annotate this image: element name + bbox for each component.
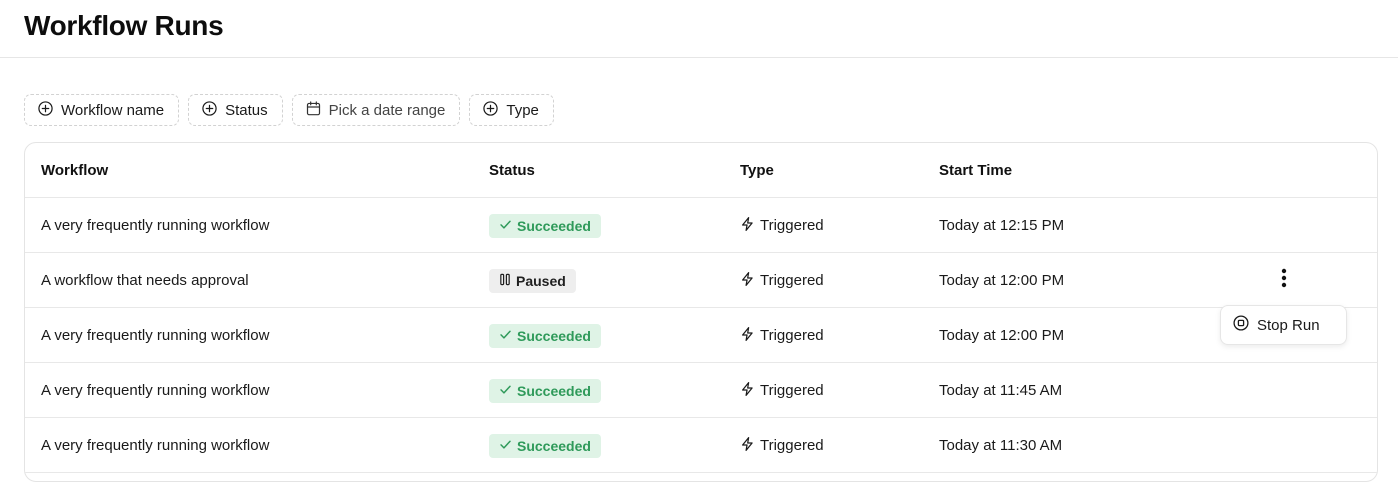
workflow-name: A workflow that needs approval <box>41 272 249 289</box>
stop-circle-icon <box>1233 315 1249 335</box>
type-label: Triggered <box>760 437 824 454</box>
stop-run-label: Stop Run <box>1257 316 1320 334</box>
status-badge: Paused <box>489 268 576 293</box>
start-time: Today at 12:00 PM <box>939 272 1065 289</box>
workflow-name: A very frequently running workflow <box>41 217 270 234</box>
page-title: Workflow Runs <box>24 10 224 41</box>
workflow-name: A very frequently running workflow <box>41 327 270 344</box>
lightning-icon <box>740 381 755 401</box>
table-row[interactable]: A workflow that needs approval Paused Tr… <box>25 253 1377 308</box>
status-label: Succeeded <box>517 437 591 454</box>
column-header-workflow[interactable]: Workflow <box>41 143 108 198</box>
status-badge: Succeeded <box>489 433 601 458</box>
lightning-icon <box>740 326 755 346</box>
filter-label: Status <box>225 101 268 119</box>
status-label: Succeeded <box>517 217 591 234</box>
lightning-icon <box>740 436 755 456</box>
filter-label: Workflow name <box>61 101 165 119</box>
check-icon <box>499 218 512 234</box>
table-row[interactable]: A very frequently running workflow Succe… <box>25 418 1377 473</box>
check-icon <box>499 438 512 454</box>
column-header-status[interactable]: Status <box>489 143 535 198</box>
filter-type-button[interactable]: Type <box>469 94 554 126</box>
pause-icon <box>499 273 511 289</box>
type-label: Triggered <box>760 217 824 234</box>
column-header-type[interactable]: Type <box>740 143 774 198</box>
start-time: Today at 11:45 AM <box>939 382 1063 399</box>
check-icon <box>499 383 512 399</box>
filter-workflow-name-button[interactable]: Workflow name <box>24 94 180 126</box>
calendar-icon <box>306 100 321 120</box>
status-label: Succeeded <box>517 327 591 344</box>
row-actions-button[interactable] <box>1273 267 1295 293</box>
plus-circle-icon <box>38 100 53 120</box>
check-icon <box>499 328 512 344</box>
plus-circle-icon <box>202 100 217 120</box>
table-header-row: Workflow Status Type Start Time <box>25 143 1377 198</box>
workflow-name: A very frequently running workflow <box>41 437 270 454</box>
workflow-name: A very frequently running workflow <box>41 382 270 399</box>
table-row[interactable]: A very frequently running workflow Succe… <box>25 363 1377 418</box>
status-badge: Succeeded <box>489 213 601 238</box>
date-range-picker-button[interactable]: Pick a date range <box>291 94 461 126</box>
filter-bar: Workflow name Status Pick a date range T… <box>24 94 554 126</box>
status-label: Succeeded <box>517 382 591 399</box>
column-header-start-time[interactable]: Start Time <box>939 143 1012 198</box>
status-label: Paused <box>516 272 566 289</box>
status-badge: Succeeded <box>489 378 601 403</box>
more-vertical-icon <box>1281 268 1287 293</box>
plus-circle-icon <box>483 100 499 120</box>
table-row[interactable]: A very frequently running workflow Succe… <box>25 308 1377 363</box>
lightning-icon <box>740 216 755 236</box>
table-row[interactable]: A very frequently running workflow Succe… <box>25 198 1377 253</box>
workflow-runs-table: Workflow Status Type Start Time A very f… <box>24 142 1378 482</box>
filter-label: Pick a date range <box>328 101 446 119</box>
type-label: Triggered <box>760 382 824 399</box>
start-time: Today at 11:30 AM <box>939 437 1063 454</box>
stop-run-menu-item[interactable]: Stop Run <box>1220 305 1347 345</box>
status-badge: Succeeded <box>489 323 601 348</box>
lightning-icon <box>740 271 755 291</box>
type-label: Triggered <box>760 272 824 289</box>
start-time: Today at 12:15 PM <box>939 217 1065 234</box>
type-label: Triggered <box>760 327 824 344</box>
page-header: Workflow Runs <box>0 0 1398 58</box>
filter-label: Type <box>506 101 539 119</box>
filter-status-button[interactable]: Status <box>188 94 283 126</box>
start-time: Today at 12:00 PM <box>939 327 1065 344</box>
